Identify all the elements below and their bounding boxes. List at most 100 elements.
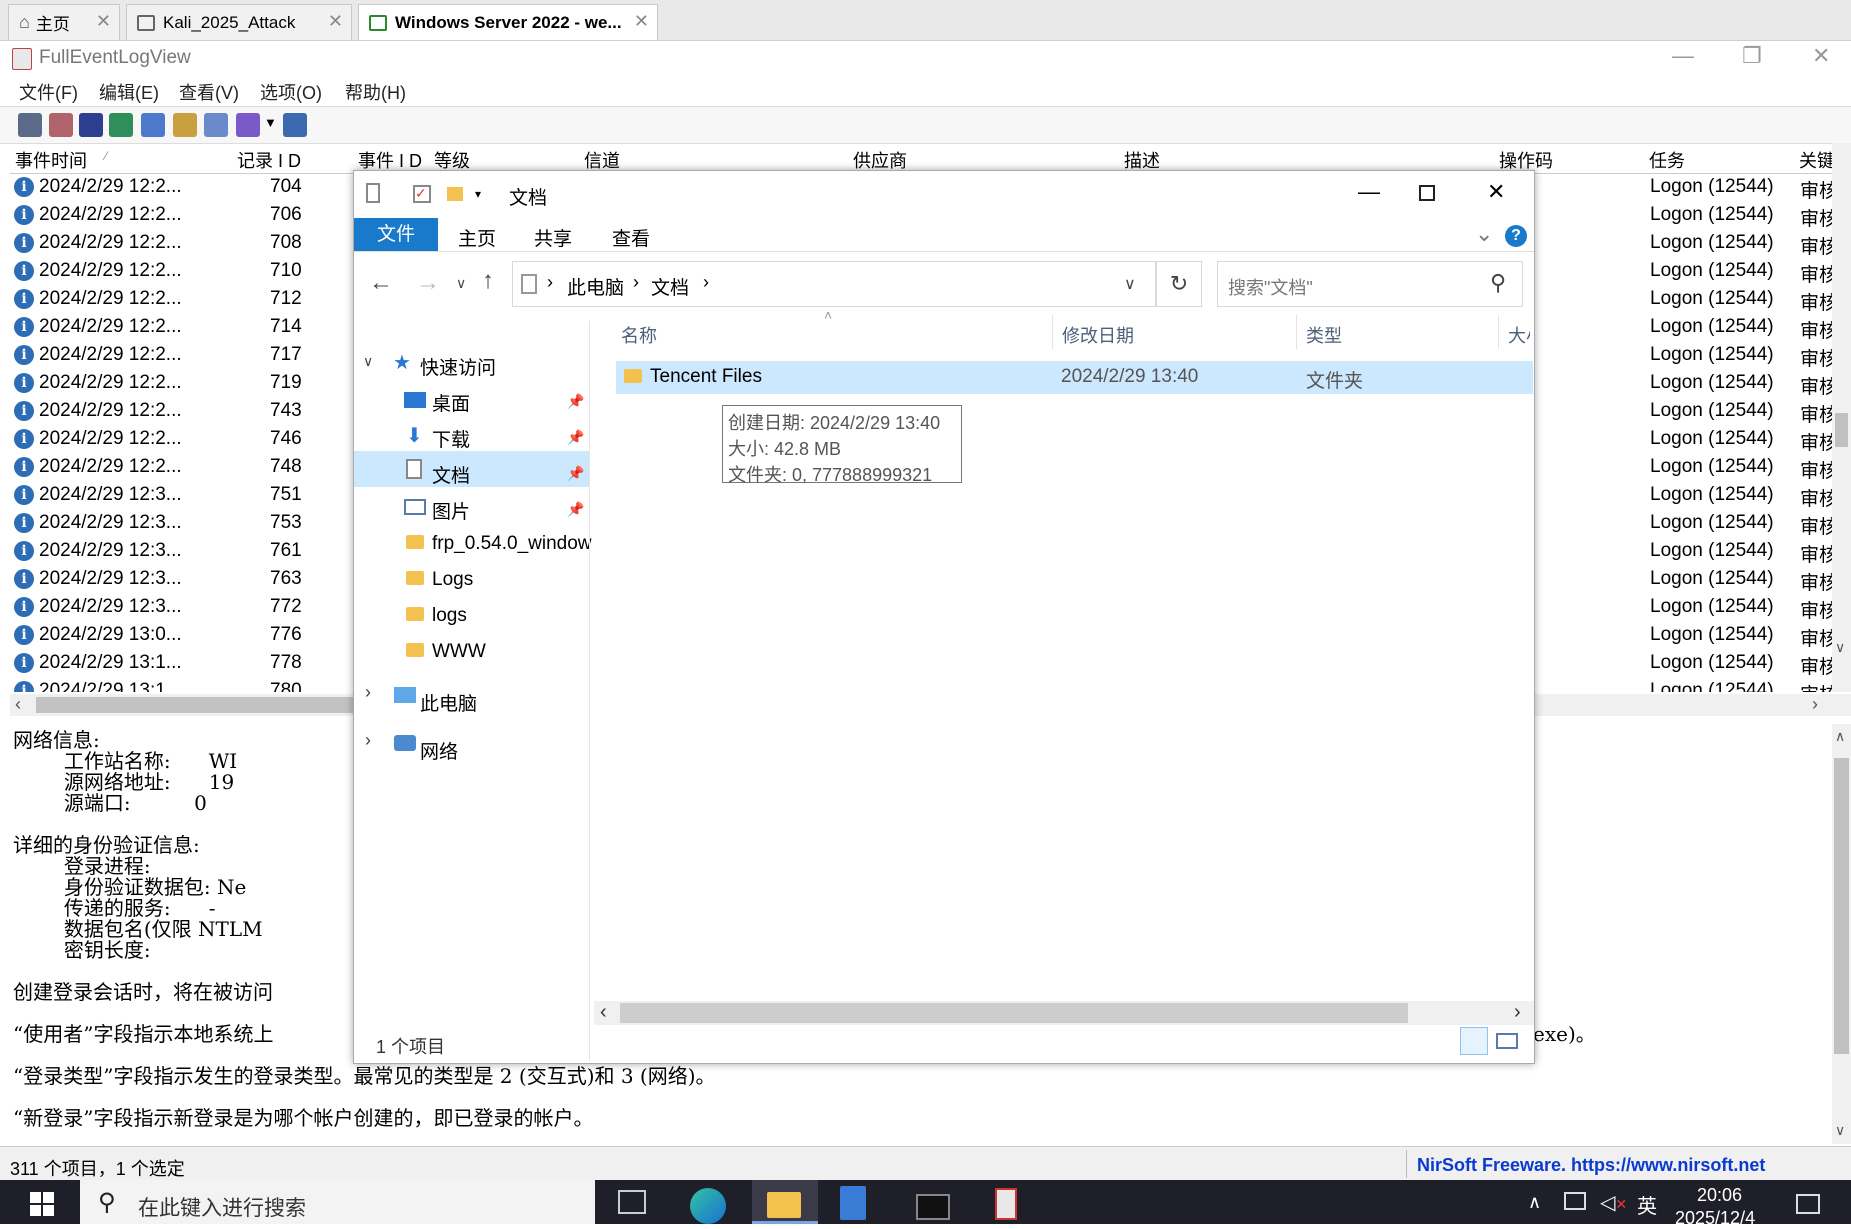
column-header-modified[interactable]: 修改日期 [1062, 322, 1134, 348]
large-icons-view-icon[interactable] [1496, 1033, 1518, 1049]
table-row[interactable]: i 2024/2/29 12:2... 706 [10, 202, 353, 230]
close-icon[interactable]: ✕ [96, 11, 111, 32]
notification-icon[interactable] [1796, 1194, 1820, 1214]
menu-file[interactable]: 文件(F) [19, 79, 78, 105]
find-icon[interactable] [204, 113, 228, 137]
nav-pictures[interactable]: 图片 [432, 497, 470, 524]
chevron-left-icon[interactable]: ‹ [600, 1001, 607, 1024]
folder-icon[interactable] [447, 187, 463, 201]
chevron-right-icon[interactable]: › [365, 730, 371, 751]
start-button[interactable] [0, 1180, 80, 1224]
nav-folder-frp[interactable]: frp_0.54.0_window [432, 533, 592, 555]
chevron-down-icon[interactable]: ∨ [456, 275, 466, 292]
restore-button[interactable]: ❐ [1742, 43, 1762, 69]
scrollbar-thumb[interactable] [620, 1003, 1408, 1023]
tab-share[interactable]: 共享 [534, 224, 572, 251]
column-header-name[interactable]: 名称 [621, 322, 657, 348]
vm-tab-home[interactable]: ⌂ 主页 ✕ [8, 4, 120, 40]
nav-folder-logs-lower[interactable]: logs [432, 605, 467, 627]
table-row[interactable]: i 2024/2/29 12:2... 704 [10, 174, 353, 202]
pin-icon[interactable]: 📌 [567, 393, 584, 410]
nav-documents[interactable]: 文档 [432, 461, 470, 488]
exit-icon[interactable] [283, 113, 307, 137]
table-row[interactable]: i 2024/2/29 12:3... 763 [10, 566, 353, 594]
clock-time[interactable]: 20:06 [1697, 1185, 1742, 1206]
maximize-button[interactable] [1419, 185, 1435, 201]
nav-folder-logs-upper[interactable]: Logs [432, 569, 473, 591]
chevron-right-icon[interactable]: › [1514, 1001, 1521, 1024]
taskbar-search-box[interactable]: ⚲ 在此键入进行搜索 [80, 1180, 595, 1224]
chevron-down-icon[interactable]: ▾ [475, 187, 481, 201]
table-row[interactable]: i 2024/2/29 12:2... 708 [10, 230, 353, 258]
minimize-button[interactable]: — [1672, 43, 1694, 69]
server-manager-icon[interactable] [840, 1186, 866, 1220]
table-row[interactable]: i 2024/2/29 13:1... 780 [10, 678, 353, 692]
chevron-down-icon[interactable]: ∨ [1835, 639, 1845, 656]
table-row[interactable]: i 2024/2/29 12:3... 761 [10, 538, 353, 566]
column-header-keywords[interactable]: 关键 [1799, 147, 1835, 173]
help-icon[interactable]: ? [1505, 225, 1527, 247]
list-horizontal-scrollbar-end[interactable]: › [1534, 694, 1851, 716]
chevron-down-icon[interactable]: ▼ [264, 115, 277, 130]
address-bar[interactable]: › 此电脑 › 文档 › ∨ [512, 261, 1156, 307]
nav-network[interactable]: 网络 [420, 737, 458, 764]
list-horizontal-scrollbar[interactable]: ‹ [10, 694, 353, 716]
table-row[interactable]: i 2024/2/29 12:2... 710 [10, 258, 353, 286]
fulleventlogview-taskbar-icon[interactable] [995, 1188, 1017, 1220]
options-icon[interactable] [173, 113, 197, 137]
vm-tab-kali[interactable]: Kali_2025_Attack ✕ [126, 4, 352, 40]
terminal-icon[interactable] [916, 1194, 950, 1220]
table-row[interactable]: i 2024/2/29 12:2... 717 [10, 342, 353, 370]
chevron-up-icon[interactable]: ∧ [1835, 728, 1845, 745]
pin-icon[interactable]: 📌 [567, 501, 584, 518]
pane-splitter[interactable] [589, 321, 590, 1061]
tab-file[interactable]: 文件 [354, 218, 438, 251]
edge-browser-icon[interactable] [690, 1188, 726, 1224]
nirsoft-link[interactable]: NirSoft Freeware. https://www.nirsoft.ne… [1417, 1155, 1765, 1176]
checkbox-icon[interactable]: ✓ [413, 185, 431, 203]
close-icon[interactable]: ✕ [634, 11, 649, 32]
table-row[interactable]: i 2024/2/29 12:2... 714 [10, 314, 353, 342]
breadcrumb-documents[interactable]: 文档 [651, 273, 689, 300]
tab-view[interactable]: 查看 [612, 224, 650, 251]
nav-folder-www[interactable]: WWW [432, 641, 486, 663]
menu-options[interactable]: 选项(O) [260, 79, 322, 105]
sort-icon[interactable] [236, 113, 260, 137]
nav-this-pc[interactable]: 此电脑 [420, 689, 477, 716]
chevron-right-icon[interactable]: › [1812, 694, 1818, 715]
table-row[interactable]: i 2024/2/29 13:1... 778 [10, 650, 353, 678]
chevron-up-icon[interactable]: ∧ [1528, 1192, 1541, 1213]
table-row[interactable]: i 2024/2/29 12:2... 748 [10, 454, 353, 482]
save-icon[interactable] [79, 113, 103, 137]
minimize-button[interactable]: — [1358, 179, 1380, 205]
scrollbar-thumb[interactable] [1835, 413, 1848, 447]
column-header-task[interactable]: 任务 [1649, 147, 1685, 173]
close-button[interactable]: ✕ [1487, 179, 1505, 205]
refresh-icon[interactable] [109, 113, 133, 137]
table-row[interactable]: i 2024/2/29 12:2... 719 [10, 370, 353, 398]
menu-edit[interactable]: 编辑(E) [99, 79, 159, 105]
chevron-down-icon[interactable]: ∨ [1124, 274, 1136, 294]
properties-icon[interactable] [366, 183, 380, 203]
chevron-left-icon[interactable]: ‹ [15, 694, 21, 715]
table-row[interactable]: i 2024/2/29 12:3... 772 [10, 594, 353, 622]
close-button[interactable]: ✕ [1812, 43, 1830, 69]
scrollbar-thumb[interactable] [1834, 758, 1849, 1054]
breadcrumb-this-pc[interactable]: 此电脑 [567, 273, 624, 300]
close-icon[interactable]: ✕ [328, 11, 343, 32]
menu-help[interactable]: 帮助(H) [345, 79, 406, 105]
properties-icon[interactable] [18, 113, 42, 137]
column-header-type[interactable]: 类型 [1306, 322, 1342, 348]
list-vertical-scrollbar[interactable]: ∨ [1832, 143, 1851, 692]
ime-indicator[interactable]: 英 [1637, 1190, 1657, 1219]
pin-icon[interactable]: 📌 [567, 465, 584, 482]
file-list-horizontal-scrollbar[interactable]: ‹ › [594, 1001, 1534, 1025]
table-row[interactable]: i 2024/2/29 12:2... 746 [10, 426, 353, 454]
nav-downloads[interactable]: 下载 [432, 425, 470, 452]
forward-arrow-icon[interactable]: → [416, 269, 440, 297]
table-row[interactable]: i 2024/2/29 12:3... 751 [10, 482, 353, 510]
chevron-down-icon[interactable]: ∨ [363, 353, 373, 370]
scrollbar-thumb[interactable] [36, 697, 353, 713]
file-explorer-taskbar-button[interactable] [752, 1180, 818, 1224]
tab-home[interactable]: 主页 [458, 224, 496, 251]
